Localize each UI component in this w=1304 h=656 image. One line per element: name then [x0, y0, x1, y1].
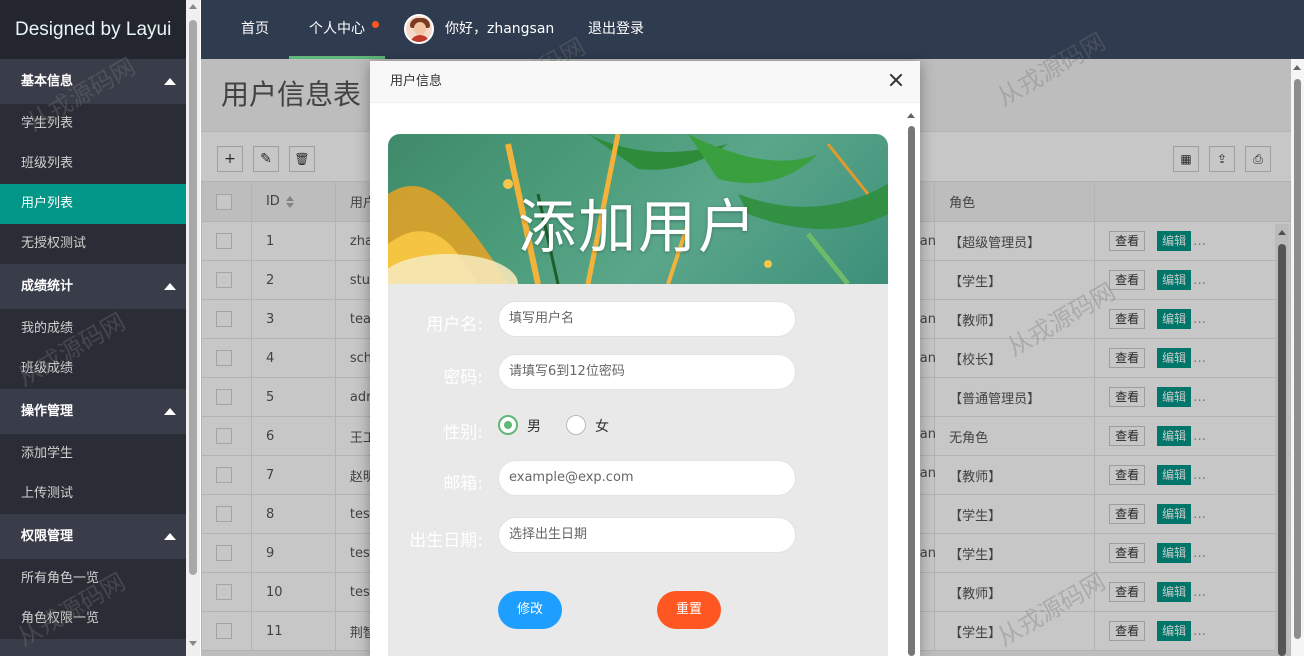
reset-button[interactable]: 重置 [657, 591, 721, 629]
sidebar-item-class-list[interactable]: 班级列表 [0, 144, 200, 184]
scroll-up-icon[interactable] [1293, 65, 1301, 70]
gender-female-radio[interactable] [566, 415, 586, 435]
top-header: 首页 个人中心 你好，zhangsan 退出登录 [201, 0, 1304, 59]
nav-group-label: 成绩统计 [21, 279, 74, 294]
sidebar-item-no-auth-test[interactable]: 无授权测试 [0, 224, 200, 264]
gender-male-label[interactable]: 男 [527, 416, 541, 436]
notification-dot [372, 21, 379, 28]
sidebar-item-my-scores[interactable]: 我的成绩 [0, 309, 200, 349]
password-label: 密码: [443, 368, 483, 388]
sidebar-item-add-student[interactable]: 添加学生 [0, 434, 200, 474]
scrollbar-thumb[interactable] [189, 20, 197, 575]
nav-group-label: 权限管理 [21, 529, 74, 544]
avatar-body [410, 35, 430, 42]
modal-scrollbar[interactable] [905, 111, 917, 656]
email-label: 邮箱: [443, 474, 483, 494]
nav-group-label: 基本信息 [21, 74, 74, 89]
user-info-modal: 用户信息 添加用户 用户名: 填写用户名 密码: 请填写6到12位密码 性别: … [370, 61, 920, 656]
gender-male-radio[interactable] [498, 415, 518, 435]
birthdate-label: 出生日期: [409, 531, 483, 551]
email-row: 邮箱: example@exp.com [388, 460, 888, 498]
caret-up-icon [164, 533, 176, 540]
user-greeting[interactable]: 你好，zhangsan [445, 0, 554, 59]
sidebar-item-role-permissions[interactable]: 角色权限一览 [0, 599, 200, 639]
nav-personal-label: 个人中心 [309, 21, 365, 37]
scroll-down-icon[interactable] [189, 641, 197, 646]
nav-group-label: 操作管理 [21, 404, 74, 419]
nav-personal-center[interactable]: 个人中心 [289, 0, 385, 59]
caret-up-icon [164, 408, 176, 415]
username-row: 用户名: 填写用户名 [388, 301, 888, 339]
caret-up-icon [164, 283, 176, 290]
nav-group-permissions[interactable]: 权限管理 [0, 514, 200, 559]
scroll-up-icon[interactable] [907, 113, 915, 118]
nav-group-scores[interactable]: 成绩统计 [0, 264, 200, 309]
avatar-face [414, 22, 426, 35]
sidebar-item-class-scores[interactable]: 班级成绩 [0, 349, 200, 389]
logout-link[interactable]: 退出登录 [588, 0, 644, 59]
sidebar-scrollbar[interactable] [186, 0, 200, 656]
nav-group-operations[interactable]: 操作管理 [0, 389, 200, 434]
avatar[interactable] [404, 14, 434, 44]
birthdate-input[interactable]: 选择出生日期 [498, 517, 796, 553]
caret-up-icon [164, 78, 176, 85]
sidebar-item-upload-test[interactable]: 上传测试 [0, 474, 200, 514]
birthdate-row: 出生日期: 选择出生日期 [388, 517, 888, 555]
gender-label: 性别: [443, 423, 483, 443]
username-label: 用户名: [426, 315, 483, 335]
scrollbar-thumb[interactable] [1294, 79, 1301, 639]
banner-title: 添加用户 [517, 193, 758, 261]
sidebar-item-student-list[interactable]: 学生列表 [0, 104, 200, 144]
gender-female-label[interactable]: 女 [595, 416, 609, 436]
nav-group-basic-info[interactable]: 基本信息 [0, 59, 200, 104]
sidebar-item-all-roles[interactable]: 所有角色一览 [0, 559, 200, 599]
sidebar: Designed by Layui 基本信息 学生列表 班级列表 用户列表 无授… [0, 0, 200, 656]
scroll-up-icon[interactable] [189, 4, 197, 9]
email-input[interactable]: example@exp.com [498, 460, 796, 496]
password-input[interactable]: 请填写6到12位密码 [498, 354, 796, 390]
form-actions: 修改 重置 [388, 591, 888, 629]
modal-title: 用户信息 [370, 61, 920, 103]
add-user-form: 添加用户 用户名: 填写用户名 密码: 请填写6到12位密码 性别: 男 女 邮… [388, 134, 888, 656]
password-row: 密码: 请填写6到12位密码 [388, 354, 888, 392]
nav-home[interactable]: 首页 [241, 0, 269, 59]
logo: Designed by Layui [0, 0, 200, 59]
page-scrollbar[interactable] [1291, 59, 1304, 656]
banner-image: 添加用户 [388, 134, 888, 284]
sidebar-item-user-list[interactable]: 用户列表 [0, 184, 200, 224]
username-input[interactable]: 填写用户名 [498, 301, 796, 337]
close-icon[interactable] [888, 72, 904, 88]
gender-row: 性别: 男 女 [388, 409, 888, 447]
submit-button[interactable]: 修改 [498, 591, 562, 629]
scrollbar-thumb[interactable] [908, 126, 915, 656]
